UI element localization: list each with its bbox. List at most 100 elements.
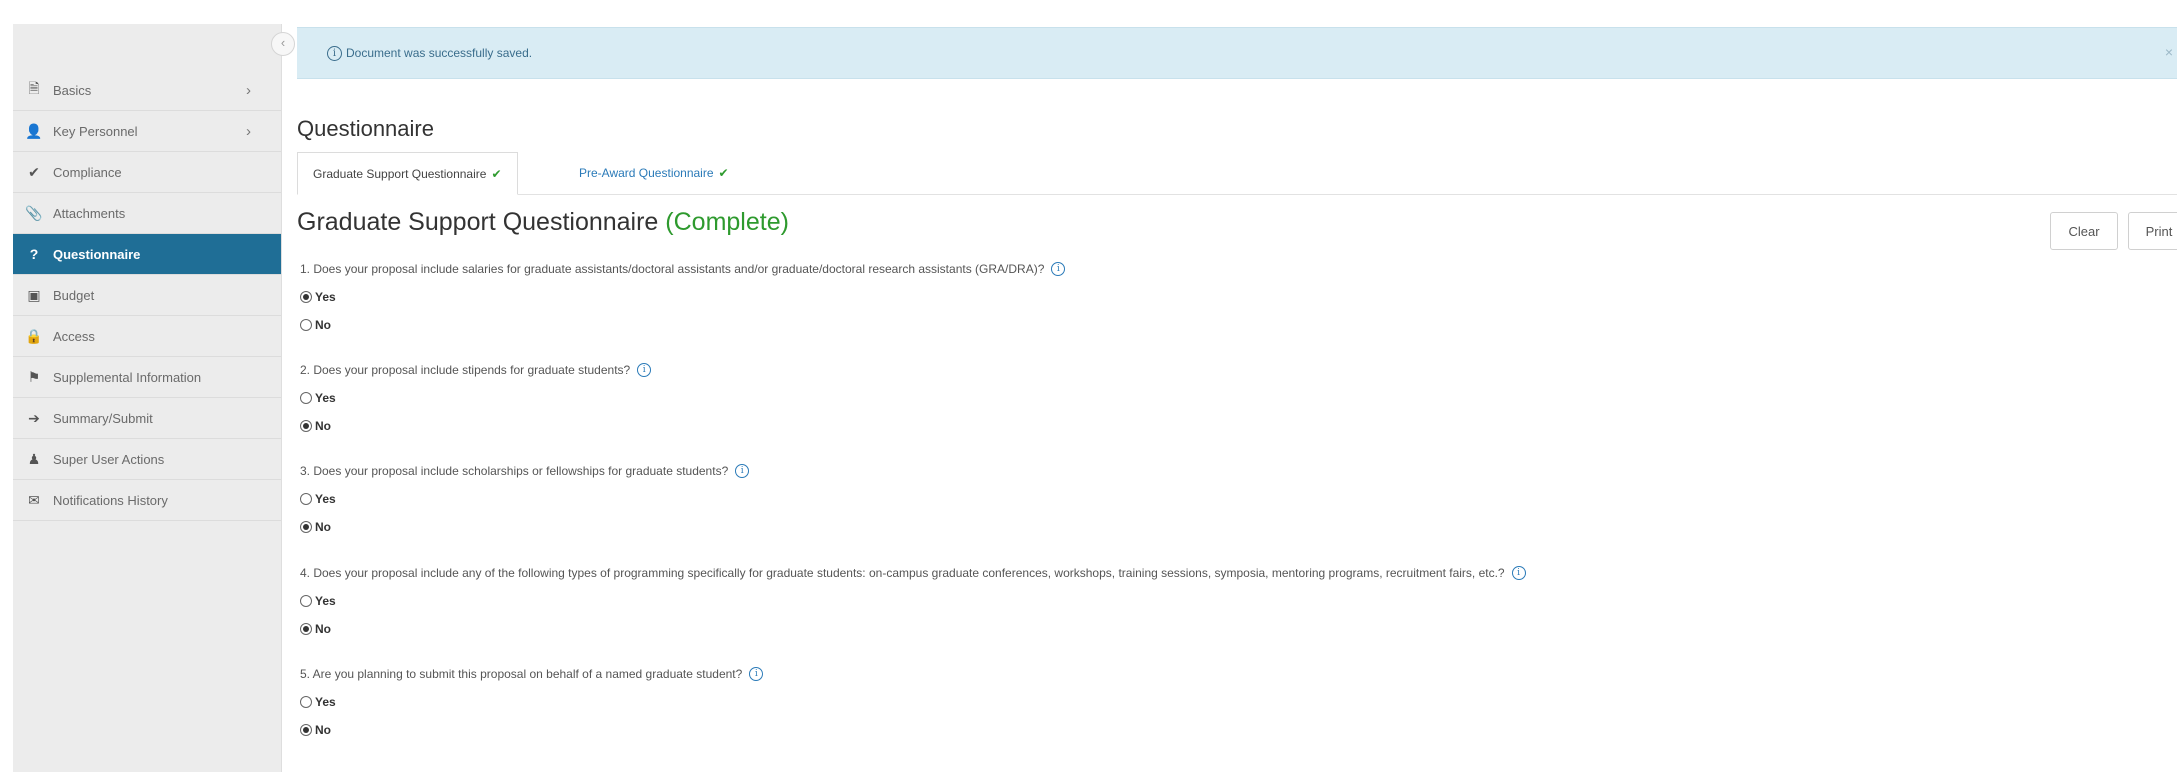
- radio-no[interactable]: [300, 623, 312, 635]
- question-text: 4. Does your proposal include any of the…: [300, 566, 1505, 580]
- radio-yes[interactable]: [300, 696, 312, 708]
- sidebar-item-label: Key Personnel: [53, 123, 138, 139]
- radio-label: Yes: [315, 695, 336, 709]
- document-icon: 🗎: [28, 80, 40, 96]
- question-3: 3. Does your proposal include scholarshi…: [300, 464, 750, 534]
- question-text: 1. Does your proposal include salaries f…: [300, 262, 1045, 276]
- sidebar-item-basics[interactable]: 🗎 Basics ›: [13, 70, 281, 111]
- money-icon: ▣: [27, 286, 41, 303]
- sidebar-item-supplemental-information[interactable]: ⚑ Supplemental Information: [13, 357, 281, 398]
- tab-pre-award[interactable]: Pre-Award Questionnaire ✔: [564, 152, 744, 193]
- radio-no[interactable]: [300, 420, 312, 432]
- radio-no[interactable]: [300, 724, 312, 736]
- sidebar-item-label: Basics: [53, 82, 92, 98]
- info-icon[interactable]: i: [735, 464, 750, 478]
- sidebar-item-attachments[interactable]: 📎 Attachments: [13, 193, 281, 234]
- radio-yes[interactable]: [300, 493, 312, 505]
- sidebar-item-label: Compliance: [53, 164, 122, 180]
- radio-no[interactable]: [300, 319, 312, 331]
- info-icon[interactable]: i: [1051, 262, 1066, 276]
- info-icon: i: [327, 45, 342, 61]
- radio-label: No: [315, 723, 331, 737]
- user-admin-icon: ♟: [27, 450, 41, 467]
- option-yes[interactable]: Yes: [300, 391, 651, 405]
- questionnaire-title: Graduate Support Questionnaire: [297, 208, 659, 236]
- sidebar-item-access[interactable]: 🔒 Access: [13, 316, 281, 357]
- tab-label: Graduate Support Questionnaire: [313, 166, 487, 181]
- question-text-row: 5. Are you planning to submit this propo…: [300, 667, 764, 681]
- success-alert: i Document was successfully saved. ×: [297, 27, 2177, 79]
- option-no[interactable]: No: [300, 622, 1526, 636]
- sidebar-item-label: Summary/Submit: [53, 410, 153, 426]
- check-icon: ✔: [718, 165, 729, 180]
- page-title: Questionnaire: [297, 116, 434, 141]
- collapse-sidebar-icon[interactable]: ‹: [271, 32, 295, 56]
- sidebar-item-label: Notifications History: [53, 492, 168, 508]
- radio-yes[interactable]: [300, 392, 312, 404]
- question-1: 1. Does your proposal include salaries f…: [300, 262, 1066, 332]
- question-text: 3. Does your proposal include scholarshi…: [300, 464, 729, 478]
- question-text-row: 4. Does your proposal include any of the…: [300, 566, 1526, 580]
- sidebar-item-label: Super User Actions: [53, 451, 165, 467]
- sidebar-item-summary-submit[interactable]: ➔ Summary/Submit: [13, 398, 281, 439]
- option-no[interactable]: No: [300, 419, 651, 433]
- sidebar-item-label: Attachments: [53, 205, 126, 221]
- sidebar-item-super-user-actions[interactable]: ♟ Super User Actions: [13, 439, 281, 480]
- question-4: 4. Does your proposal include any of the…: [300, 566, 1526, 636]
- check-icon: ✔: [491, 166, 502, 181]
- radio-no[interactable]: [300, 521, 312, 533]
- questionnaire-heading: Graduate Support Questionnaire (Complete…: [297, 208, 789, 237]
- radio-label: No: [315, 622, 331, 636]
- sidebar-item-compliance[interactable]: ✔ Compliance: [13, 152, 281, 193]
- question-2: 2. Does your proposal include stipends f…: [300, 363, 652, 433]
- chevron-right-icon: ›: [246, 81, 251, 99]
- radio-label: Yes: [315, 492, 336, 506]
- option-yes[interactable]: Yes: [300, 492, 749, 506]
- envelope-icon: ✉: [28, 491, 40, 508]
- top-strip: [0, 0, 2177, 18]
- question-circle-icon: ?: [29, 246, 39, 262]
- sidebar-item-label: Access: [53, 328, 95, 344]
- radio-label: No: [315, 419, 331, 433]
- question-text-row: 2. Does your proposal include stipends f…: [300, 363, 652, 377]
- question-5: 5. Are you planning to submit this propo…: [300, 667, 764, 737]
- info-icon[interactable]: i: [749, 667, 764, 681]
- info-icon[interactable]: i: [1511, 566, 1526, 580]
- radio-yes[interactable]: [300, 291, 312, 303]
- lock-icon: 🔒: [25, 327, 43, 344]
- close-icon[interactable]: ×: [2165, 44, 2173, 60]
- questionnaire-status: (Complete): [665, 208, 789, 236]
- clear-button[interactable]: Clear: [2050, 212, 2118, 250]
- radio-yes[interactable]: [300, 595, 312, 607]
- tab-graduate-support[interactable]: Graduate Support Questionnaire ✔: [297, 152, 518, 195]
- sidebar-item-notifications-history[interactable]: ✉ Notifications History: [13, 480, 281, 521]
- option-yes[interactable]: Yes: [300, 290, 1065, 304]
- sidebar-item-label: Supplemental Information: [53, 369, 202, 385]
- question-text-row: 3. Does your proposal include scholarshi…: [300, 464, 750, 478]
- sidebar-item-label: Budget: [53, 287, 95, 303]
- radio-label: No: [315, 318, 331, 332]
- sidebar-nav: 🗎 Basics › 👤 Key Personnel › ✔ Compliance 📎 Attac…: [13, 70, 281, 521]
- radio-label: Yes: [315, 290, 336, 304]
- tab-label: Pre-Award Questionnaire: [579, 165, 714, 180]
- sidebar-item-budget[interactable]: ▣ Budget: [13, 275, 281, 316]
- questionnaire-tabs: Graduate Support Questionnaire ✔ Pre-Awa…: [297, 152, 2177, 195]
- radio-label: Yes: [315, 594, 336, 608]
- sidebar-item-label: Questionnaire: [53, 246, 141, 262]
- print-button[interactable]: Print: [2128, 212, 2177, 250]
- option-no[interactable]: No: [300, 520, 749, 534]
- info-icon[interactable]: i: [637, 363, 652, 377]
- sitemap-icon: ⚑: [27, 368, 41, 385]
- question-text: 2. Does your proposal include stipends f…: [300, 363, 631, 377]
- sidebar-item-key-personnel[interactable]: 👤 Key Personnel ›: [13, 111, 281, 152]
- question-text-row: 1. Does your proposal include salaries f…: [300, 262, 1066, 276]
- person-icon: 👤: [25, 122, 43, 139]
- check-icon: ✔: [28, 163, 40, 180]
- option-yes[interactable]: Yes: [300, 594, 1526, 608]
- option-no[interactable]: No: [300, 723, 763, 737]
- option-yes[interactable]: Yes: [300, 695, 763, 709]
- sidebar-item-questionnaire[interactable]: ? Questionnaire: [13, 234, 281, 275]
- radio-label: Yes: [315, 391, 336, 405]
- option-no[interactable]: No: [300, 318, 1065, 332]
- paperclip-icon: 📎: [25, 204, 43, 221]
